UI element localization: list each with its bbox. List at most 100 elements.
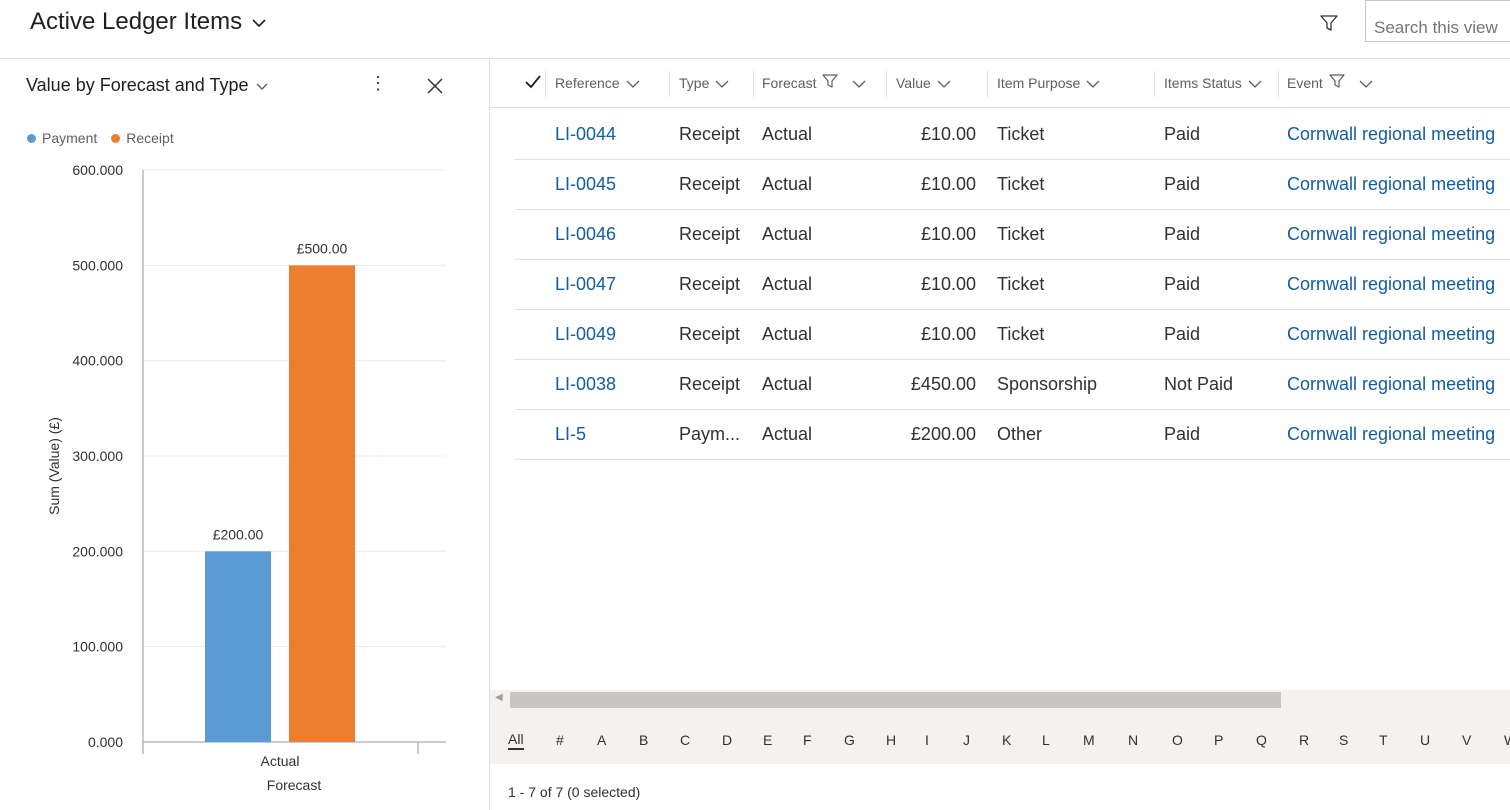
select-all-checkbox[interactable] [525,59,541,107]
scrollbar-thumb[interactable] [510,692,1281,708]
close-chart-button[interactable] [422,73,448,99]
chevron-down-icon [1086,75,1100,91]
status-cell: Paid [1164,224,1201,244]
chevron-down-icon [1248,75,1262,91]
chevron-down-icon [252,15,266,33]
event-link[interactable]: Cornwall regional meeting [1287,409,1510,459]
legend-item-payment[interactable]: Payment [27,130,97,146]
horizontal-scrollbar[interactable]: ◀ [490,690,1510,710]
reference-link[interactable]: LI-0047 [555,259,665,309]
table-row[interactable]: LI-0047 Receipt Actual £10.00 Ticket Pai… [515,259,1510,310]
filter-icon [1319,13,1339,38]
column-header-event[interactable]: Event [1287,59,1373,107]
jump-letter-o[interactable]: O [1172,732,1183,748]
reference-link[interactable]: LI-0038 [555,359,665,409]
reference-link[interactable]: LI-0049 [555,309,665,359]
column-header-value[interactable]: Value [896,59,951,107]
type-cell: Receipt [679,374,741,394]
type-cell: Receipt [679,224,741,244]
value-cell: £450.00 [910,374,976,394]
status-cell: Paid [1164,424,1201,444]
forecast-cell: Actual [762,274,813,294]
reference-link[interactable]: LI-0046 [555,209,665,259]
status-cell: Paid [1164,274,1201,294]
bar-data-label: £200.00 [213,526,264,542]
column-header-reference[interactable]: Reference [555,59,640,107]
y-tick-label: 300.000 [72,448,123,464]
jump-letter-r[interactable]: R [1299,732,1309,748]
type-cell: Paym... [679,424,741,444]
jump-letter-e[interactable]: E [763,732,772,748]
column-header-items-status[interactable]: Items Status [1164,59,1262,107]
column-header-label: Items Status [1164,75,1242,91]
purpose-cell: Ticket [997,224,1045,244]
forecast-cell: Actual [762,374,813,394]
column-header-label: Type [679,75,710,91]
event-link[interactable]: Cornwall regional meeting [1287,109,1510,159]
event-link[interactable]: Cornwall regional meeting [1287,259,1510,309]
jump-letter-hash[interactable]: # [556,732,564,748]
table-row[interactable]: LI-0045 Receipt Actual £10.00 Ticket Pai… [515,159,1510,210]
jump-letter-f[interactable]: F [803,732,812,748]
reference-link[interactable]: LI-0045 [555,159,665,209]
jump-letter-h[interactable]: H [886,732,896,748]
y-axis-title: Sum (Value) (£) [46,417,62,515]
forecast-cell: Actual [762,424,813,444]
jump-letter-a[interactable]: A [597,732,606,748]
type-cell: Receipt [679,124,741,144]
jump-letter-u[interactable]: U [1420,732,1430,748]
reference-link[interactable]: LI-0044 [555,109,665,159]
event-link[interactable]: Cornwall regional meeting [1287,359,1510,409]
jump-letter-q[interactable]: Q [1256,732,1267,748]
filter-button[interactable] [1314,10,1344,40]
jump-letter-p[interactable]: P [1214,732,1223,748]
x-category-label: Actual [261,753,300,769]
page-title: Active Ledger Items [30,8,243,35]
jump-letter-j[interactable]: J [963,732,970,748]
jump-letter-t[interactable]: T [1379,732,1388,748]
column-header-type[interactable]: Type [679,59,729,107]
jump-letter-m[interactable]: M [1083,732,1095,748]
table-row[interactable]: LI-0044 Receipt Actual £10.00 Ticket Pai… [515,109,1510,160]
value-cell: £10.00 [920,274,976,294]
legend-swatch-receipt [111,133,121,143]
jump-letter-b[interactable]: B [639,732,648,748]
chart-title: Value by Forecast and Type [26,75,249,95]
jump-letter-s[interactable]: S [1339,732,1348,748]
status-cell: Paid [1164,124,1201,144]
x-axis-title: Forecast [267,777,322,793]
event-link[interactable]: Cornwall regional meeting [1287,209,1510,259]
table-row[interactable]: LI-0038 Receipt Actual £450.00 Sponsorsh… [515,359,1510,410]
jump-letter-c[interactable]: C [680,732,690,748]
jump-letter-n[interactable]: N [1128,732,1138,748]
jump-letter-all[interactable]: All [508,731,524,750]
event-link[interactable]: Cornwall regional meeting [1287,309,1510,359]
table-row[interactable]: LI-0046 Receipt Actual £10.00 Ticket Pai… [515,209,1510,260]
jump-letter-k[interactable]: K [1002,732,1011,748]
forecast-cell: Actual [762,324,813,344]
table-row[interactable]: LI-5 Paym... Actual £200.00 Other Paid C… [515,409,1510,460]
scroll-left-icon[interactable]: ◀ [495,692,503,703]
legend-item-receipt[interactable]: Receipt [111,130,174,146]
table-row[interactable]: LI-0049 Receipt Actual £10.00 Ticket Pai… [515,309,1510,360]
chevron-down-icon [715,75,729,91]
jump-letter-g[interactable]: G [844,732,855,748]
legend-label: Receipt [126,130,174,146]
reference-link[interactable]: LI-5 [555,409,665,459]
filter-icon [822,74,839,92]
column-header-item-purpose[interactable]: Item Purpose [997,59,1100,107]
jump-letter-v[interactable]: V [1462,732,1471,748]
checkmark-icon [525,74,541,92]
view-selector[interactable]: Active Ledger Items [30,8,266,36]
jump-letter-d[interactable]: D [722,732,732,748]
type-cell: Receipt [679,274,741,294]
more-options-button[interactable]: ⋮ [368,73,388,99]
jump-letter-i[interactable]: I [925,732,929,748]
jump-letter-w[interactable]: W [1504,732,1510,748]
jump-letter-l[interactable]: L [1042,732,1050,748]
status-cell: Not Paid [1164,374,1234,394]
event-link[interactable]: Cornwall regional meeting [1287,159,1510,209]
column-header-forecast[interactable]: Forecast [762,59,866,107]
search-input[interactable] [1365,0,1510,42]
chart-selector[interactable]: Value by Forecast and Type [26,75,268,96]
